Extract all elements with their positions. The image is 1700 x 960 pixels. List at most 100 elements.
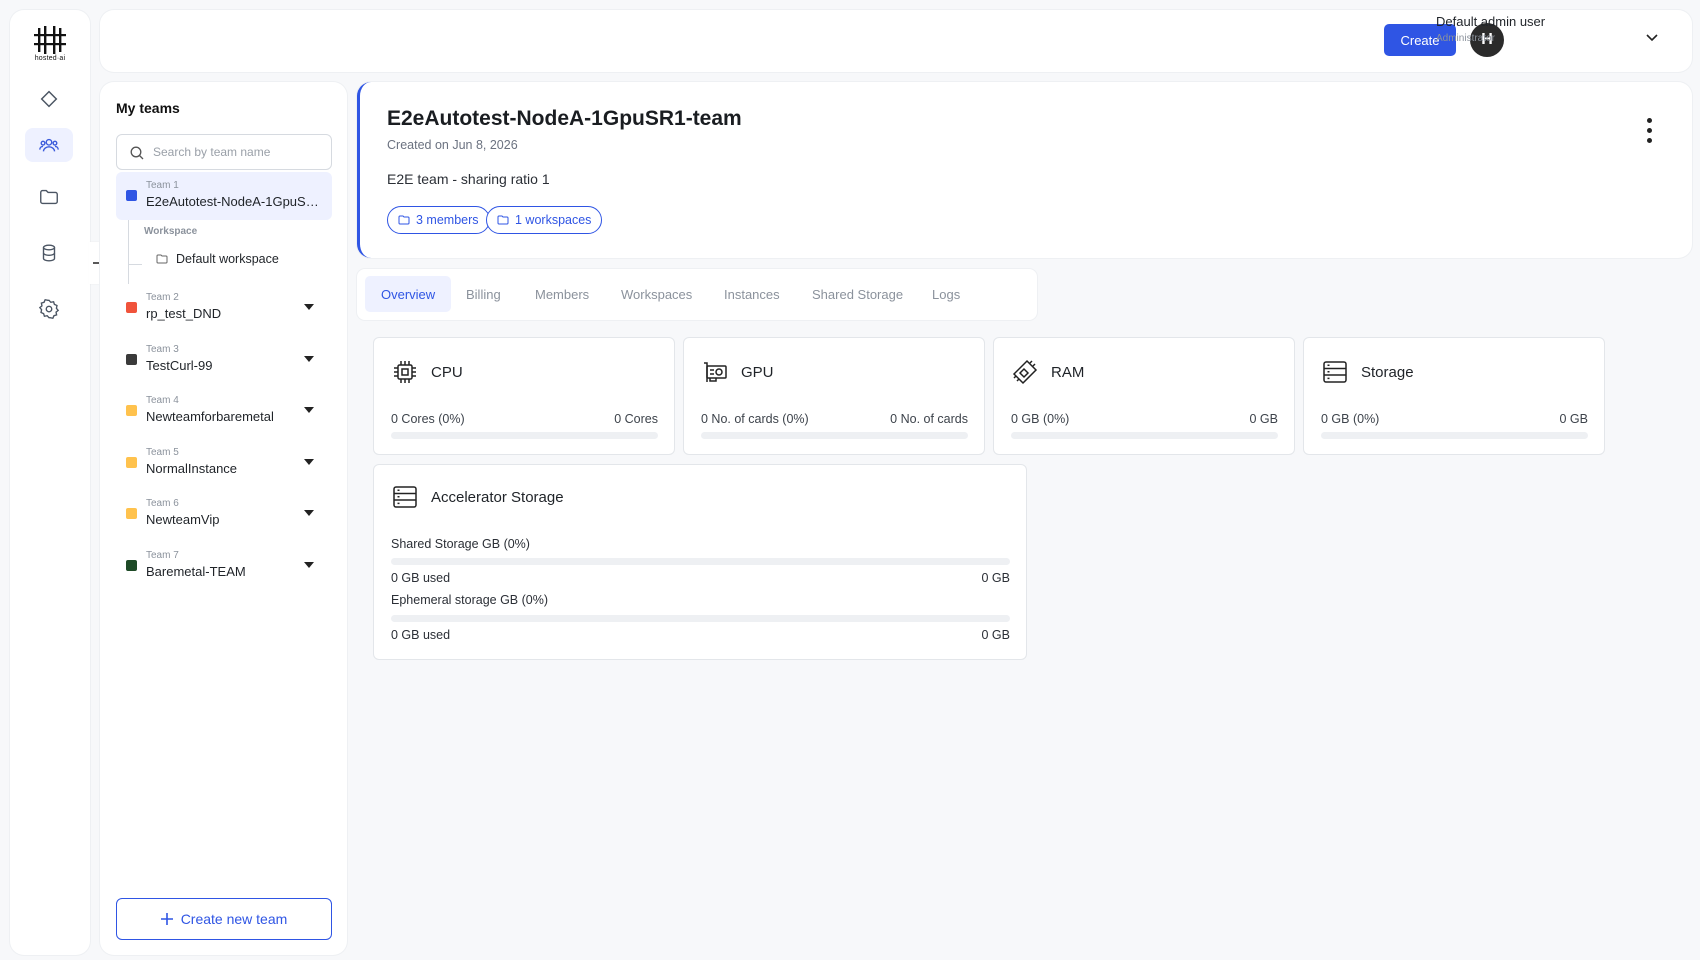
team-item-3[interactable]: Team 3 TestCurl-99 [116, 336, 332, 384]
tab-workspaces[interactable]: Workspaces [605, 276, 708, 312]
usage-bar [1011, 432, 1278, 439]
team-name: Baremetal-TEAM [146, 564, 246, 579]
resource-total: 0 GB [1559, 412, 1589, 426]
accelerator-storage-card: Accelerator Storage Shared Storage GB (0… [373, 464, 1027, 660]
plus-icon [160, 913, 173, 925]
resource-total: 0 GB [1249, 412, 1279, 426]
members-count: 3 members [416, 213, 479, 227]
team-number: Team 1 [146, 180, 179, 191]
storage-icon [1323, 361, 1347, 383]
ephemeral-storage-label: Ephemeral storage GB (0%) [391, 593, 549, 607]
team-search-input[interactable] [116, 134, 332, 170]
team-item-1[interactable]: Team 1 E2eAutotest-NodeA-1GpuSR1-team [116, 172, 332, 220]
team-name: NewteamVip [146, 512, 220, 527]
team-item-4[interactable]: Team 4 Newteamforbaremetal [116, 387, 332, 435]
nav-dashboard[interactable] [25, 82, 73, 116]
team-item-7[interactable]: Team 7 Baremetal-TEAM [116, 542, 332, 590]
team-header-card: E2eAutotest-NodeA-1GpuSR1-team Created o… [357, 82, 1692, 258]
chevron-down-icon[interactable] [1646, 34, 1658, 42]
folder-icon [40, 189, 58, 205]
logo-text: hosted·ai [34, 55, 66, 62]
resource-title: CPU [431, 364, 463, 381]
tab-members[interactable]: Members [519, 276, 605, 312]
user-role: Administrator [1436, 33, 1495, 44]
team-item-2[interactable]: Team 2 rp_test_DND [116, 284, 332, 332]
shared-storage-label: Shared Storage GB (0%) [391, 537, 530, 551]
team-name: NormalInstance [146, 461, 238, 476]
caret-down-icon[interactable] [304, 304, 314, 310]
resource-card-gpu: GPU 0 No. of cards (0%) 0 No. of cards [683, 337, 985, 455]
nav-settings[interactable] [25, 292, 73, 326]
tab-instances[interactable]: Instances [708, 276, 796, 312]
team-item-5[interactable]: Team 5 NormalInstance [116, 439, 332, 487]
shared-storage-used: 0 GB used [391, 571, 451, 585]
team-number: Team 7 [146, 550, 179, 561]
resource-card-ram: RAM 0 GB (0%) 0 GB [993, 337, 1295, 455]
team-number: Team 4 [146, 395, 179, 406]
ram-icon [1012, 359, 1038, 385]
caret-down-icon[interactable] [304, 356, 314, 362]
create-team-button[interactable]: Create new team [116, 898, 332, 940]
ephemeral-storage-bar [391, 615, 1010, 622]
team-color-swatch [126, 560, 137, 571]
gear-icon [38, 298, 60, 320]
database-icon [42, 244, 56, 262]
caret-down-icon[interactable] [304, 459, 314, 465]
storage-icon [393, 486, 417, 508]
tab-bar: Overview Billing Members Workspaces Inst… [357, 269, 1037, 320]
resource-title: GPU [741, 364, 774, 381]
team-number: Team 3 [146, 344, 179, 355]
members-badge[interactable]: 3 members [387, 206, 490, 234]
create-team-label: Create new team [180, 911, 288, 927]
resource-card-cpu: CPU 0 Cores (0%) 0 Cores [373, 337, 675, 455]
resource-card-storage: Storage 0 GB (0%) 0 GB [1303, 337, 1605, 455]
folder-icon [398, 215, 410, 225]
resource-title: RAM [1051, 364, 1085, 381]
diamond-icon [40, 90, 58, 108]
tab-billing[interactable]: Billing [450, 276, 517, 312]
team-created-date: Created on Jun 8, 2026 [387, 138, 518, 152]
teams-panel: My teams Team 1 E2eAutotest-NodeA-1GpuSR… [100, 82, 347, 955]
nav-database[interactable] [25, 236, 73, 270]
team-name: rp_test_DND [146, 306, 222, 321]
usage-bar [701, 432, 968, 439]
logo-icon [34, 26, 66, 54]
user-name[interactable]: Default admin user [1436, 14, 1545, 29]
teams-title: My teams [116, 100, 180, 116]
team-color-swatch [126, 405, 137, 416]
nav-folders[interactable] [25, 180, 73, 214]
team-name: E2eAutotest-NodeA-1GpuSR1-team [146, 194, 324, 209]
team-name: Newteamforbaremetal [146, 409, 274, 424]
resource-used: 0 No. of cards (0%) [701, 412, 809, 426]
usage-bar [1321, 432, 1588, 439]
tab-shared-storage[interactable]: Shared Storage [796, 276, 919, 312]
tab-overview[interactable]: Overview [365, 276, 452, 312]
ephemeral-storage-total: 0 GB [981, 628, 1011, 642]
tree-line [128, 220, 129, 284]
team-name: TestCurl-99 [146, 358, 213, 373]
team-icon [39, 138, 59, 152]
tree-branch [128, 264, 142, 265]
resource-total: 0 Cores [614, 412, 658, 426]
team-item-6[interactable]: Team 6 NewteamVip [116, 490, 332, 538]
caret-down-icon[interactable] [304, 562, 314, 568]
resource-title: Storage [1361, 364, 1414, 381]
workspace-label: Workspace [144, 226, 198, 237]
accelerator-storage-title: Accelerator Storage [431, 489, 564, 506]
caret-down-icon[interactable] [304, 510, 314, 516]
team-number: Team 6 [146, 498, 179, 509]
more-options-icon[interactable] [1647, 118, 1652, 143]
team-color-swatch [126, 354, 137, 365]
nav-teams[interactable] [25, 128, 73, 162]
resource-used: 0 Cores (0%) [391, 412, 465, 426]
caret-down-icon[interactable] [304, 407, 314, 413]
workspace-item[interactable]: Default workspace [176, 252, 279, 266]
tab-logs[interactable]: Logs [916, 276, 976, 312]
workspaces-badge[interactable]: 1 workspaces [486, 206, 603, 234]
team-color-swatch [126, 190, 137, 201]
brand-logo[interactable]: hosted·ai [28, 26, 72, 76]
team-color-swatch [126, 302, 137, 313]
shared-storage-total: 0 GB [981, 571, 1011, 585]
team-number: Team 2 [146, 292, 179, 303]
nav-rail: hosted·ai [10, 10, 90, 955]
